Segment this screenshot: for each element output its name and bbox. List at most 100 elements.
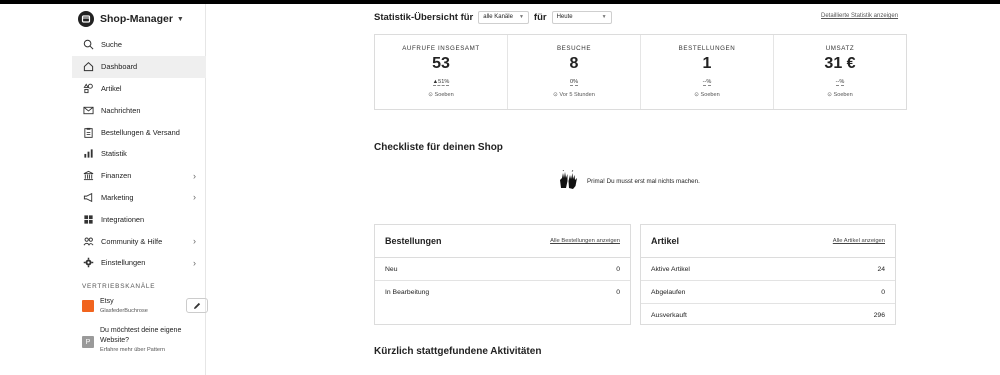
table-row[interactable]: Neu 0 bbox=[375, 258, 630, 281]
app-title: Shop-Manager bbox=[100, 13, 173, 25]
checklist-message: Prima! Du musst erst mal nichts machen. bbox=[587, 178, 700, 185]
sidebar-item-statistik[interactable]: Statistik bbox=[72, 143, 206, 165]
search-icon bbox=[82, 39, 94, 51]
stat-change: ▲51% bbox=[375, 79, 507, 86]
checklist-title: Checkliste für deinen Shop bbox=[374, 142, 503, 153]
stat-orders[interactable]: BESTELLUNGEN 1 --% ⊙ Soeben bbox=[641, 35, 774, 109]
stat-label: UMSATZ bbox=[825, 45, 855, 52]
stat-value: 1 bbox=[702, 55, 712, 72]
chevron-down-icon: ▼ bbox=[601, 14, 607, 20]
panel-title: Artikel bbox=[651, 236, 680, 246]
sidebar-item-label: Einstellungen bbox=[101, 258, 146, 268]
range-select[interactable]: Heute ▼ bbox=[551, 10, 612, 24]
stats-header: Statistik-Übersicht für alle Kanäle ▼ fü… bbox=[374, 10, 612, 24]
stat-value: 31 € bbox=[824, 55, 856, 72]
sidebar-item-integrationen[interactable]: Integrationen bbox=[72, 208, 206, 230]
stat-value: 53 bbox=[432, 55, 450, 72]
sidebar-item-community-hilfe[interactable]: Community & Hilfe › bbox=[72, 230, 206, 252]
row-label: Aktive Artikel bbox=[651, 265, 690, 273]
table-row[interactable]: Ausverkauft 296 bbox=[641, 304, 895, 327]
sidebar-item-label: Statistik bbox=[101, 149, 127, 159]
all-articles-link[interactable]: Alle Artikel anzeigen bbox=[833, 238, 885, 244]
row-value: 296 bbox=[873, 312, 885, 319]
stat-views[interactable]: AUFRUFE INSGESAMT 53 ▲51% ⊙ Soeben bbox=[375, 35, 508, 109]
chevron-down-icon: ▼ bbox=[176, 15, 184, 23]
sidebar-item-nachrichten[interactable]: Nachrichten bbox=[72, 99, 206, 121]
clapping-hands-icon bbox=[560, 170, 577, 189]
range-select-value: Heute bbox=[556, 14, 573, 20]
row-label: In Bearbeitung bbox=[385, 289, 430, 296]
stats-card: AUFRUFE INSGESAMT 53 ▲51% ⊙ Soeben BESUC… bbox=[374, 34, 907, 110]
sidebar-item-label: Dashboard bbox=[101, 62, 138, 72]
stat-time: ⊙ Vor 5 Stunden bbox=[553, 92, 595, 98]
detailed-stats-link[interactable]: Detaillierte Statistik anzeigen bbox=[821, 13, 898, 19]
stat-change: 0% bbox=[508, 79, 640, 86]
stat-change: --% bbox=[641, 79, 773, 86]
sidebar-item-label: Finanzen bbox=[101, 171, 132, 181]
sidebar-item-artikel[interactable]: Artikel bbox=[72, 78, 206, 100]
panel-header: Bestellungen Alle Bestellungen anzeigen bbox=[375, 225, 630, 258]
sidebar-item-dashboard[interactable]: Dashboard bbox=[72, 55, 206, 78]
grid-icon bbox=[82, 213, 94, 225]
stat-change-value: --% bbox=[702, 79, 712, 86]
stat-change-value: 0% bbox=[569, 79, 579, 86]
sidebar-item-marketing[interactable]: Marketing › bbox=[72, 187, 206, 209]
bar-chart-icon bbox=[82, 148, 94, 160]
stat-change-value: --% bbox=[835, 79, 845, 86]
mail-icon bbox=[82, 104, 94, 116]
all-orders-link[interactable]: Alle Bestellungen anzeigen bbox=[550, 238, 620, 244]
stat-label: BESTELLUNGEN bbox=[678, 45, 736, 52]
row-value: 0 bbox=[616, 265, 620, 273]
orders-panel: Bestellungen Alle Bestellungen anzeigen … bbox=[374, 224, 631, 325]
stats-title: Statistik-Übersicht für bbox=[374, 11, 474, 23]
home-icon bbox=[82, 61, 94, 73]
stat-change-value: ▲51% bbox=[432, 79, 450, 86]
sidebar-item-label: Integrationen bbox=[101, 214, 145, 224]
sales-channels-label: VERTRIEBSKANÄLE bbox=[82, 283, 156, 290]
channel-select[interactable]: alle Kanäle ▼ bbox=[478, 10, 529, 24]
etsy-logo-icon bbox=[82, 300, 94, 312]
shop-logo-icon bbox=[78, 11, 94, 27]
sidebar-item-label: Nachrichten bbox=[101, 105, 141, 115]
channel-name: Etsy bbox=[100, 298, 114, 305]
shop-manager-menu[interactable]: Shop-Manager ▼ bbox=[78, 10, 184, 28]
pencil-icon bbox=[194, 302, 201, 309]
stat-visits[interactable]: BESUCHE 8 0% ⊙ Vor 5 Stunden bbox=[508, 35, 641, 109]
promo-text: Du möchtest deine eigene Website? bbox=[100, 327, 182, 344]
row-label: Abgelaufen bbox=[651, 288, 686, 296]
clipboard-icon bbox=[82, 126, 94, 138]
chevron-right-icon: › bbox=[193, 257, 196, 268]
table-row[interactable]: Abgelaufen 0 bbox=[641, 281, 895, 304]
sidebar-nav: Suche Dashboard Artikel Nachrichten Best… bbox=[72, 34, 206, 274]
sidebar-item-bestellungen-versand[interactable]: Bestellungen & Versand bbox=[72, 121, 206, 143]
panel-header: Artikel Alle Artikel anzeigen bbox=[641, 225, 895, 258]
sidebar-item-finanzen[interactable]: Finanzen › bbox=[72, 165, 206, 187]
stat-label: AUFRUFE INSGESAMT bbox=[402, 45, 480, 52]
channel-shop-name: GlasfederBuchrose bbox=[100, 308, 148, 314]
sidebar-item-einstellungen[interactable]: Einstellungen › bbox=[72, 252, 206, 274]
shapes-icon bbox=[82, 82, 94, 94]
stat-revenue[interactable]: UMSATZ 31 € --% ⊙ Soeben bbox=[774, 35, 906, 109]
people-icon bbox=[82, 235, 94, 247]
table-row[interactable]: Aktive Artikel 24 bbox=[641, 258, 895, 281]
row-label: Neu bbox=[385, 265, 398, 273]
stat-value: 8 bbox=[569, 55, 579, 72]
edit-channel-button[interactable] bbox=[186, 298, 208, 313]
pattern-logo-icon: P bbox=[82, 336, 94, 348]
stat-label: BESUCHE bbox=[556, 45, 592, 52]
stat-time: ⊙ Soeben bbox=[694, 92, 720, 98]
for-label: für bbox=[533, 11, 547, 23]
chevron-right-icon: › bbox=[193, 170, 196, 181]
megaphone-icon bbox=[82, 191, 94, 203]
table-row[interactable]: In Bearbeitung 0 bbox=[375, 281, 630, 304]
chevron-right-icon: › bbox=[193, 192, 196, 203]
sales-channel-etsy[interactable]: Etsy GlasfederBuchrose bbox=[82, 298, 208, 320]
row-label: Ausverkauft bbox=[651, 312, 687, 319]
sidebar-item-label: Suche bbox=[101, 40, 122, 50]
row-value: 0 bbox=[881, 288, 885, 296]
stat-change: --% bbox=[774, 79, 906, 86]
stat-time: ⊙ Soeben bbox=[428, 92, 454, 98]
sidebar-item-suche[interactable]: Suche bbox=[72, 34, 206, 56]
promo-link[interactable]: Erfahre mehr über Pattern bbox=[100, 347, 165, 353]
bank-icon bbox=[82, 170, 94, 182]
